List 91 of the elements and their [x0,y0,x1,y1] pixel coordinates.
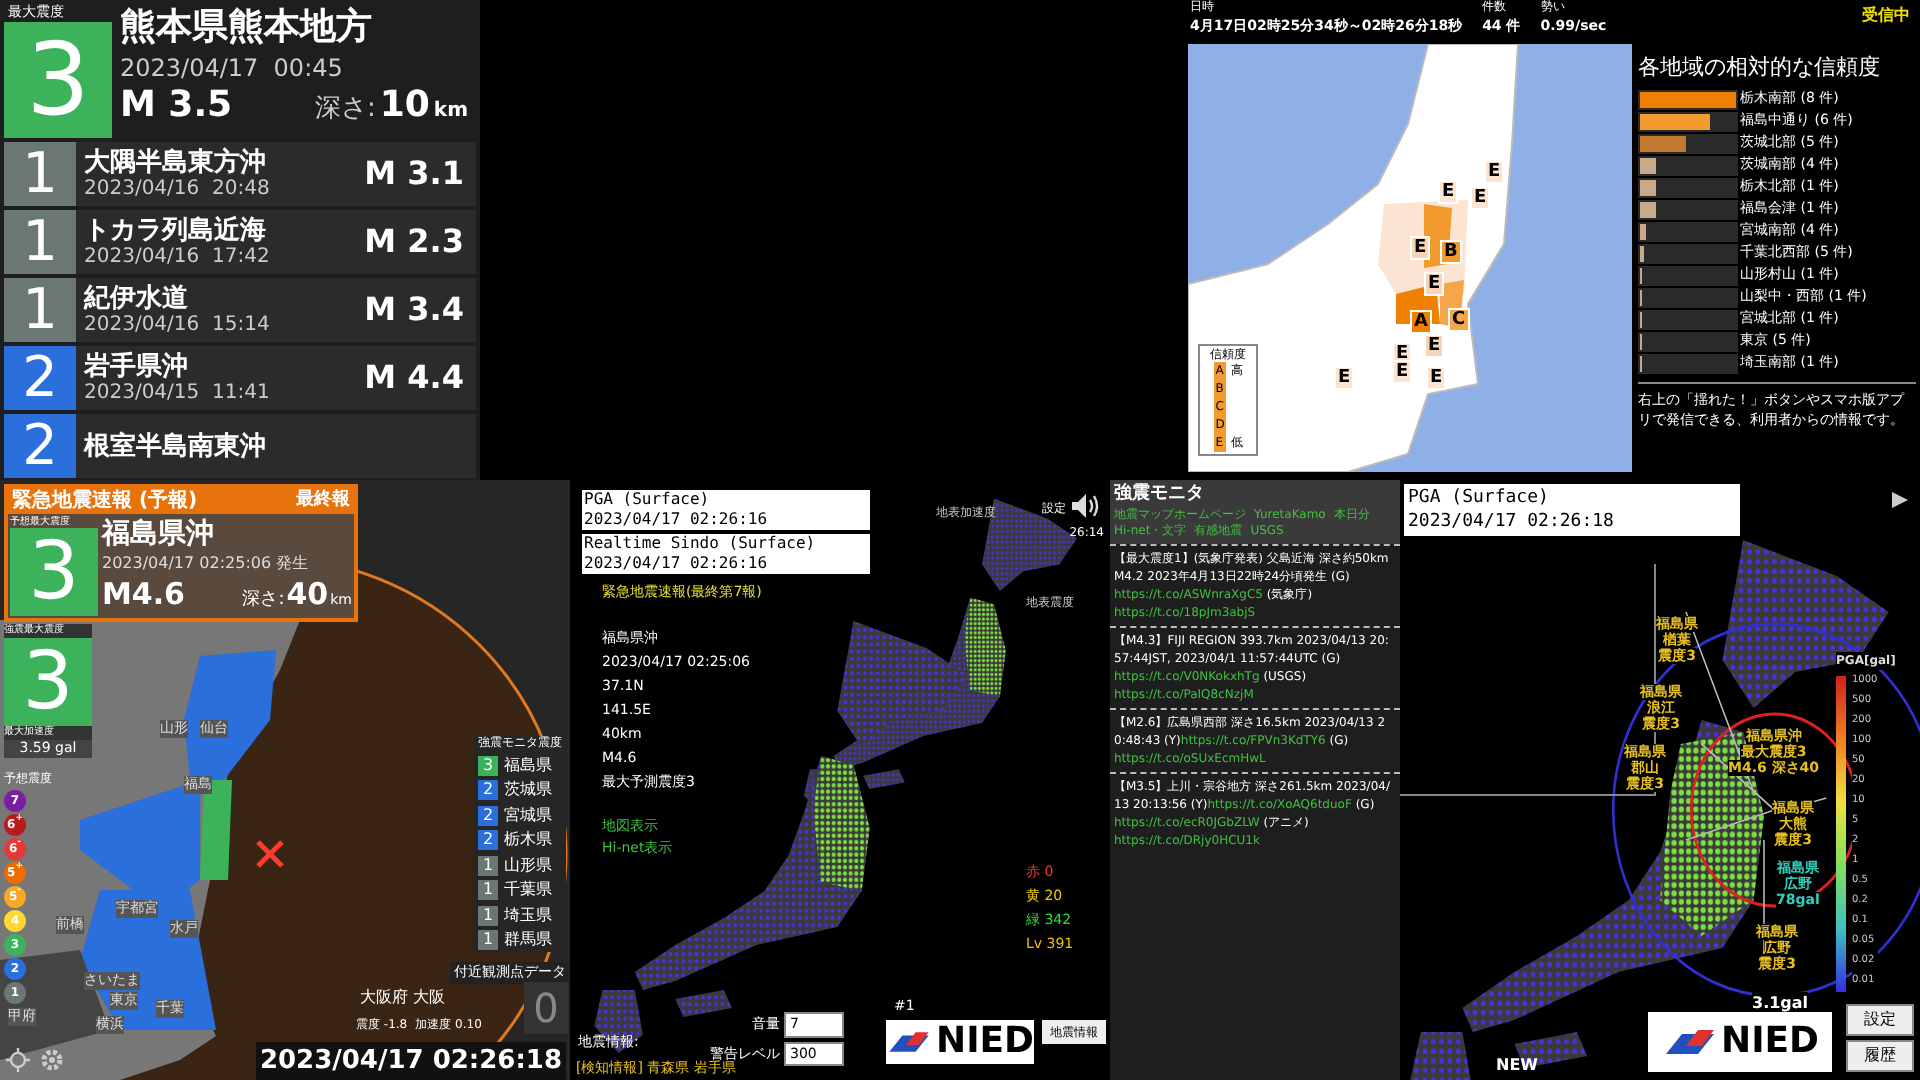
logo-swoosh-icon [1661,1026,1717,1058]
reliability-grade-label: E [1410,236,1431,260]
nearby-station: 大阪府 大阪 [360,986,446,1010]
depth-value: 40 [286,574,329,614]
magnitude: M 2.3 [364,220,464,264]
reliability-grade-label: C [1448,308,1470,332]
intensity-badge: 3 [4,638,92,726]
region-name: 岩手県沖 [84,351,190,381]
intensity-badge: 1 [4,142,76,206]
intensity-badge: 1 [478,930,498,951]
prefecture-name: 千葉県 [504,878,552,903]
region-name: 大隅半島東方沖 [84,147,268,177]
region-name: トカラ列島近海 [84,215,268,245]
reliability-grade-label: E [1438,180,1459,204]
intensity-badge: 1 [478,880,498,901]
intensity-badge: 2 [478,830,498,851]
receiving-status: 受信中 [1862,4,1910,28]
reliability-grade-label: E [1470,186,1491,210]
prefecture-name: 埼玉県 [504,903,552,928]
prefecture-name: 茨城県 [504,778,552,803]
depth-value: 10 [379,84,430,128]
reliability-grade-label: A [1410,310,1432,334]
epicenter-icon [254,838,286,870]
clock: 2023/04/17 02:26:18 [255,1042,566,1080]
magnitude: M 3.4 [364,288,464,332]
quake-time: 2023/04/17 00:45 [120,52,345,84]
map-title: PGA (Surface) [1408,486,1551,510]
reliability-grade-label: E [1334,366,1355,390]
magnitude: M 3.5 [120,84,233,128]
nearby-intensity-box: 0 [524,982,568,1034]
eew-region: 福島県沖 [102,516,216,552]
depth-label: 深さ: [314,91,376,127]
quake-time: 2023/04/16 17:42 [84,245,272,269]
intensity-badge: 2 [478,805,498,826]
depth-unit: km [433,98,468,126]
eew-report-number: 最終報 [296,487,350,514]
prefecture-name: 宮城県 [504,803,552,828]
intensity-badge: 2 [4,414,76,478]
quake-row[interactable]: 1 紀伊水道 2023/04/16 15:14 M 3.4 [4,278,476,342]
map-title: Realtime Sindo (Surface) [584,534,818,554]
prefecture-name: 山形県 [504,853,552,878]
settings-icon[interactable] [40,1048,64,1072]
quake-time: 2023/04/16 20:48 [84,177,272,201]
logo-text: NIED [936,1024,1034,1060]
region-name: 熊本県熊本地方 [120,4,374,52]
intensity-badge: 1 [478,855,498,876]
new-label: NEW [1496,1054,1538,1078]
intensity-badge: 1 [4,210,76,274]
eew-title: 緊急地震速報 (予報) [12,487,198,515]
prefecture-name: 栃木県 [504,828,552,853]
intensity-badge: 2 [478,780,498,801]
prefecture-name: 福島県 [504,753,552,778]
magnitude: M 3.1 [364,152,464,196]
intensity-badge: 1 [4,278,76,342]
panel-button[interactable]: 履歴 [1846,1040,1914,1072]
logo-text: NIED [1721,1024,1819,1060]
map-timestamp: 2023/04/17 02:26:16 [584,554,770,574]
magnitude: M 4.4 [364,356,464,400]
speaker-icon[interactable] [1070,492,1102,520]
play-icon[interactable] [1892,492,1908,508]
region-name: 紀伊水道 [84,283,190,313]
quake-row[interactable]: 2 岩手県沖 2023/04/15 11:41 M 4.4 [4,346,476,410]
ranking-title: 各地域の相対的な信頼度 [1638,52,1882,84]
map-timestamp: 2023/04/17 02:26:18 [1408,510,1616,534]
reliability-grade-label: E [1392,360,1413,384]
reliability-grade-label: E [1484,160,1505,184]
prefecture-name: 群馬県 [504,928,552,953]
locate-icon[interactable] [6,1048,30,1072]
eew-magnitude: M4.6 [102,574,185,614]
feed-title: 強震モニタ [1114,481,1206,508]
eew-time: 2023/04/17 02:25:06 発生 [102,552,311,574]
map-timestamp: 2023/04/17 02:26:16 [584,510,770,530]
intensity-badge: 2 [4,346,76,410]
quake-time: 2023/04/15 11:41 [84,381,272,405]
reliability-grade-label: E [1424,272,1445,296]
intensity-badge: 1 [478,905,498,926]
region-name: 根室半島南東沖 [84,431,268,461]
quake-row[interactable]: 1 大隅半島東方沖 2023/04/16 20:48 M 3.1 [4,142,476,206]
reliability-grade-label: B [1440,240,1462,264]
quake-row[interactable]: 1 トカラ列島近海 2023/04/16 17:42 M 2.3 [4,210,476,274]
intensity-badge: 3 [10,528,98,616]
logo-swoosh-icon [886,1026,932,1058]
panel-button[interactable]: 設定 [1846,1004,1914,1036]
reliability-grade-label: E [1424,334,1445,358]
depth-label: 深さ: [242,587,285,613]
map-title: PGA (Surface) [584,490,712,510]
intensity-badge: 3 [478,755,498,776]
quake-row[interactable]: 2 根室半島南東沖 [4,414,476,478]
quake-time: 2023/04/16 15:14 [84,313,272,337]
reliability-grade-label: E [1426,366,1447,390]
intensity-badge: 3 [4,22,112,138]
